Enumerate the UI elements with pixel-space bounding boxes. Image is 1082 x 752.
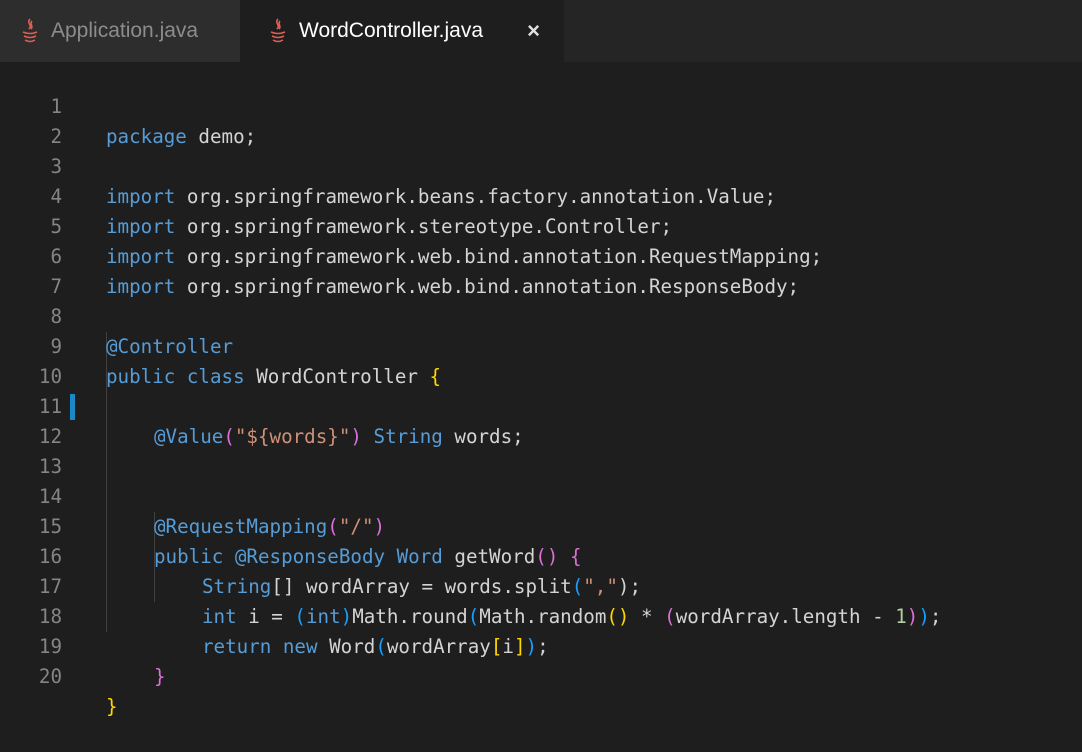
code-line-2: 2: [0, 92, 1082, 148]
code-line-6: 6 import org.springframework.web.bind.an…: [0, 212, 1082, 298]
code-line-7: 7: [0, 242, 1082, 298]
code-line-3: 3 import org.springframework.beans.facto…: [0, 122, 1082, 208]
code-line-18: 18 return new Word(wordArray[i]);: [0, 572, 1082, 658]
code-line-11: 11 @Value("${words}") String words;: [0, 362, 1082, 448]
code-line-16: 16 String[] wordArray = words.split(",")…: [0, 512, 1082, 598]
tab-label: WordController.java: [299, 19, 484, 42]
code-line-5: 5 import org.springframework.web.bind.an…: [0, 182, 1082, 268]
code-line-9: 9 public class WordController {: [0, 302, 1082, 388]
tab-label: Application.java: [51, 19, 199, 42]
code-line-13: 13: [0, 422, 1082, 478]
tab-wordcontroller-java[interactable]: WordController.java ×: [240, 0, 564, 62]
code-line-15: 15 public @ResponseBody Word getWord() {: [0, 482, 1082, 568]
java-icon: [18, 17, 42, 45]
code-line-14: 14 @RequestMapping("/"): [0, 452, 1082, 538]
java-icon: [266, 17, 290, 45]
code-line-8: 8 @Controller: [0, 272, 1082, 358]
close-icon[interactable]: ×: [527, 18, 540, 44]
code-line-17: 17 int i = (int)Math.round(Math.random()…: [0, 542, 1082, 628]
code-line-19: 19 }: [0, 602, 1082, 688]
code-line-12: 12: [0, 392, 1082, 448]
code-line-10: 10: [0, 332, 1082, 388]
tab-bar: Application.java WordController.java ×: [0, 0, 1082, 62]
code-editor[interactable]: 1 package demo; 2 3 import org.springfra…: [0, 62, 1082, 718]
tab-application-java[interactable]: Application.java: [0, 0, 240, 62]
code-line-1: 1 package demo;: [0, 62, 1082, 148]
code-line-4: 4 import org.springframework.stereotype.…: [0, 152, 1082, 238]
bracket: }: [106, 695, 118, 718]
bracket: }: [154, 665, 166, 688]
line-number: 20: [38, 665, 62, 688]
code-line-20: 20 }: [0, 632, 1082, 718]
